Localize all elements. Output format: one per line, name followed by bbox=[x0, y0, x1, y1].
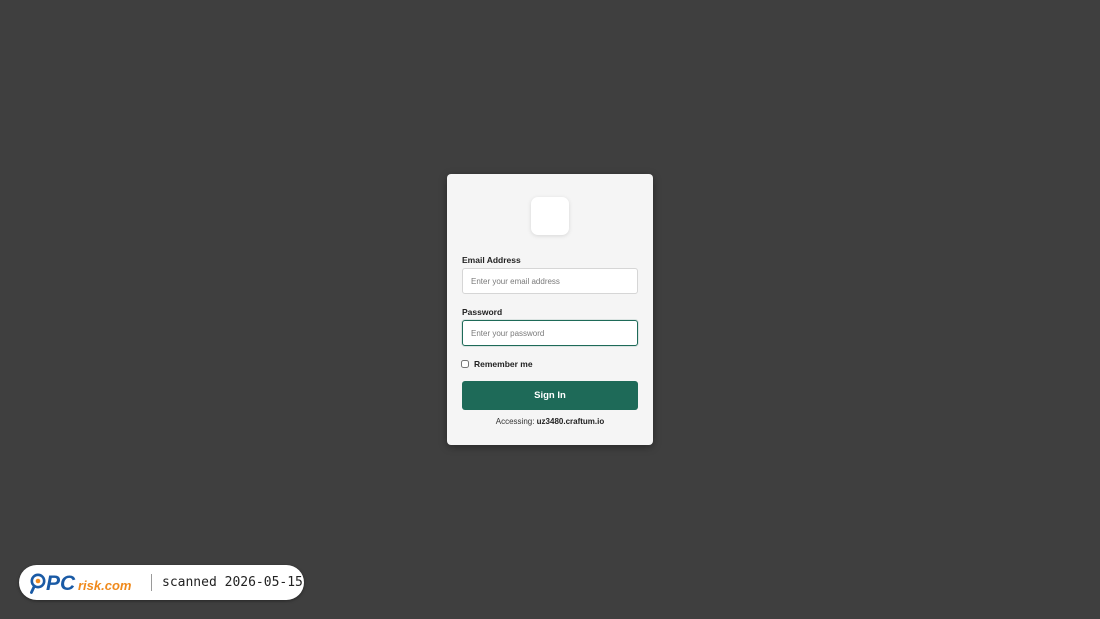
pcrisk-magnifier-icon bbox=[30, 573, 46, 594]
email-input[interactable] bbox=[462, 268, 638, 294]
sign-in-button[interactable]: Sign In bbox=[462, 381, 638, 410]
watermark-divider bbox=[151, 574, 152, 591]
remember-me-row: Remember me bbox=[461, 359, 533, 369]
pcrisk-logo: PC risk.com bbox=[30, 572, 132, 595]
remember-me-label[interactable]: Remember me bbox=[474, 359, 533, 369]
email-label: Email Address bbox=[462, 255, 521, 265]
scan-date-text: scanned 2026-05-15 bbox=[162, 575, 303, 590]
pcrisk-logo-domain-text: risk.com bbox=[78, 578, 132, 593]
password-input[interactable] bbox=[462, 320, 638, 346]
accessing-prefix: Accessing: bbox=[495, 417, 535, 426]
pcrisk-watermark: PC risk.com scanned 2026-05-15 bbox=[19, 565, 304, 600]
remember-me-checkbox[interactable] bbox=[461, 360, 469, 368]
accessing-info: Accessing: uz3480.craftum.io bbox=[447, 417, 653, 426]
app-logo-icon bbox=[531, 197, 569, 235]
accessing-domain: uz3480.craftum.io bbox=[536, 417, 605, 426]
login-card: Email Address Password Remember me Sign … bbox=[447, 174, 653, 445]
password-label: Password bbox=[462, 307, 503, 317]
pcrisk-logo-pc-text: PC bbox=[46, 572, 76, 595]
